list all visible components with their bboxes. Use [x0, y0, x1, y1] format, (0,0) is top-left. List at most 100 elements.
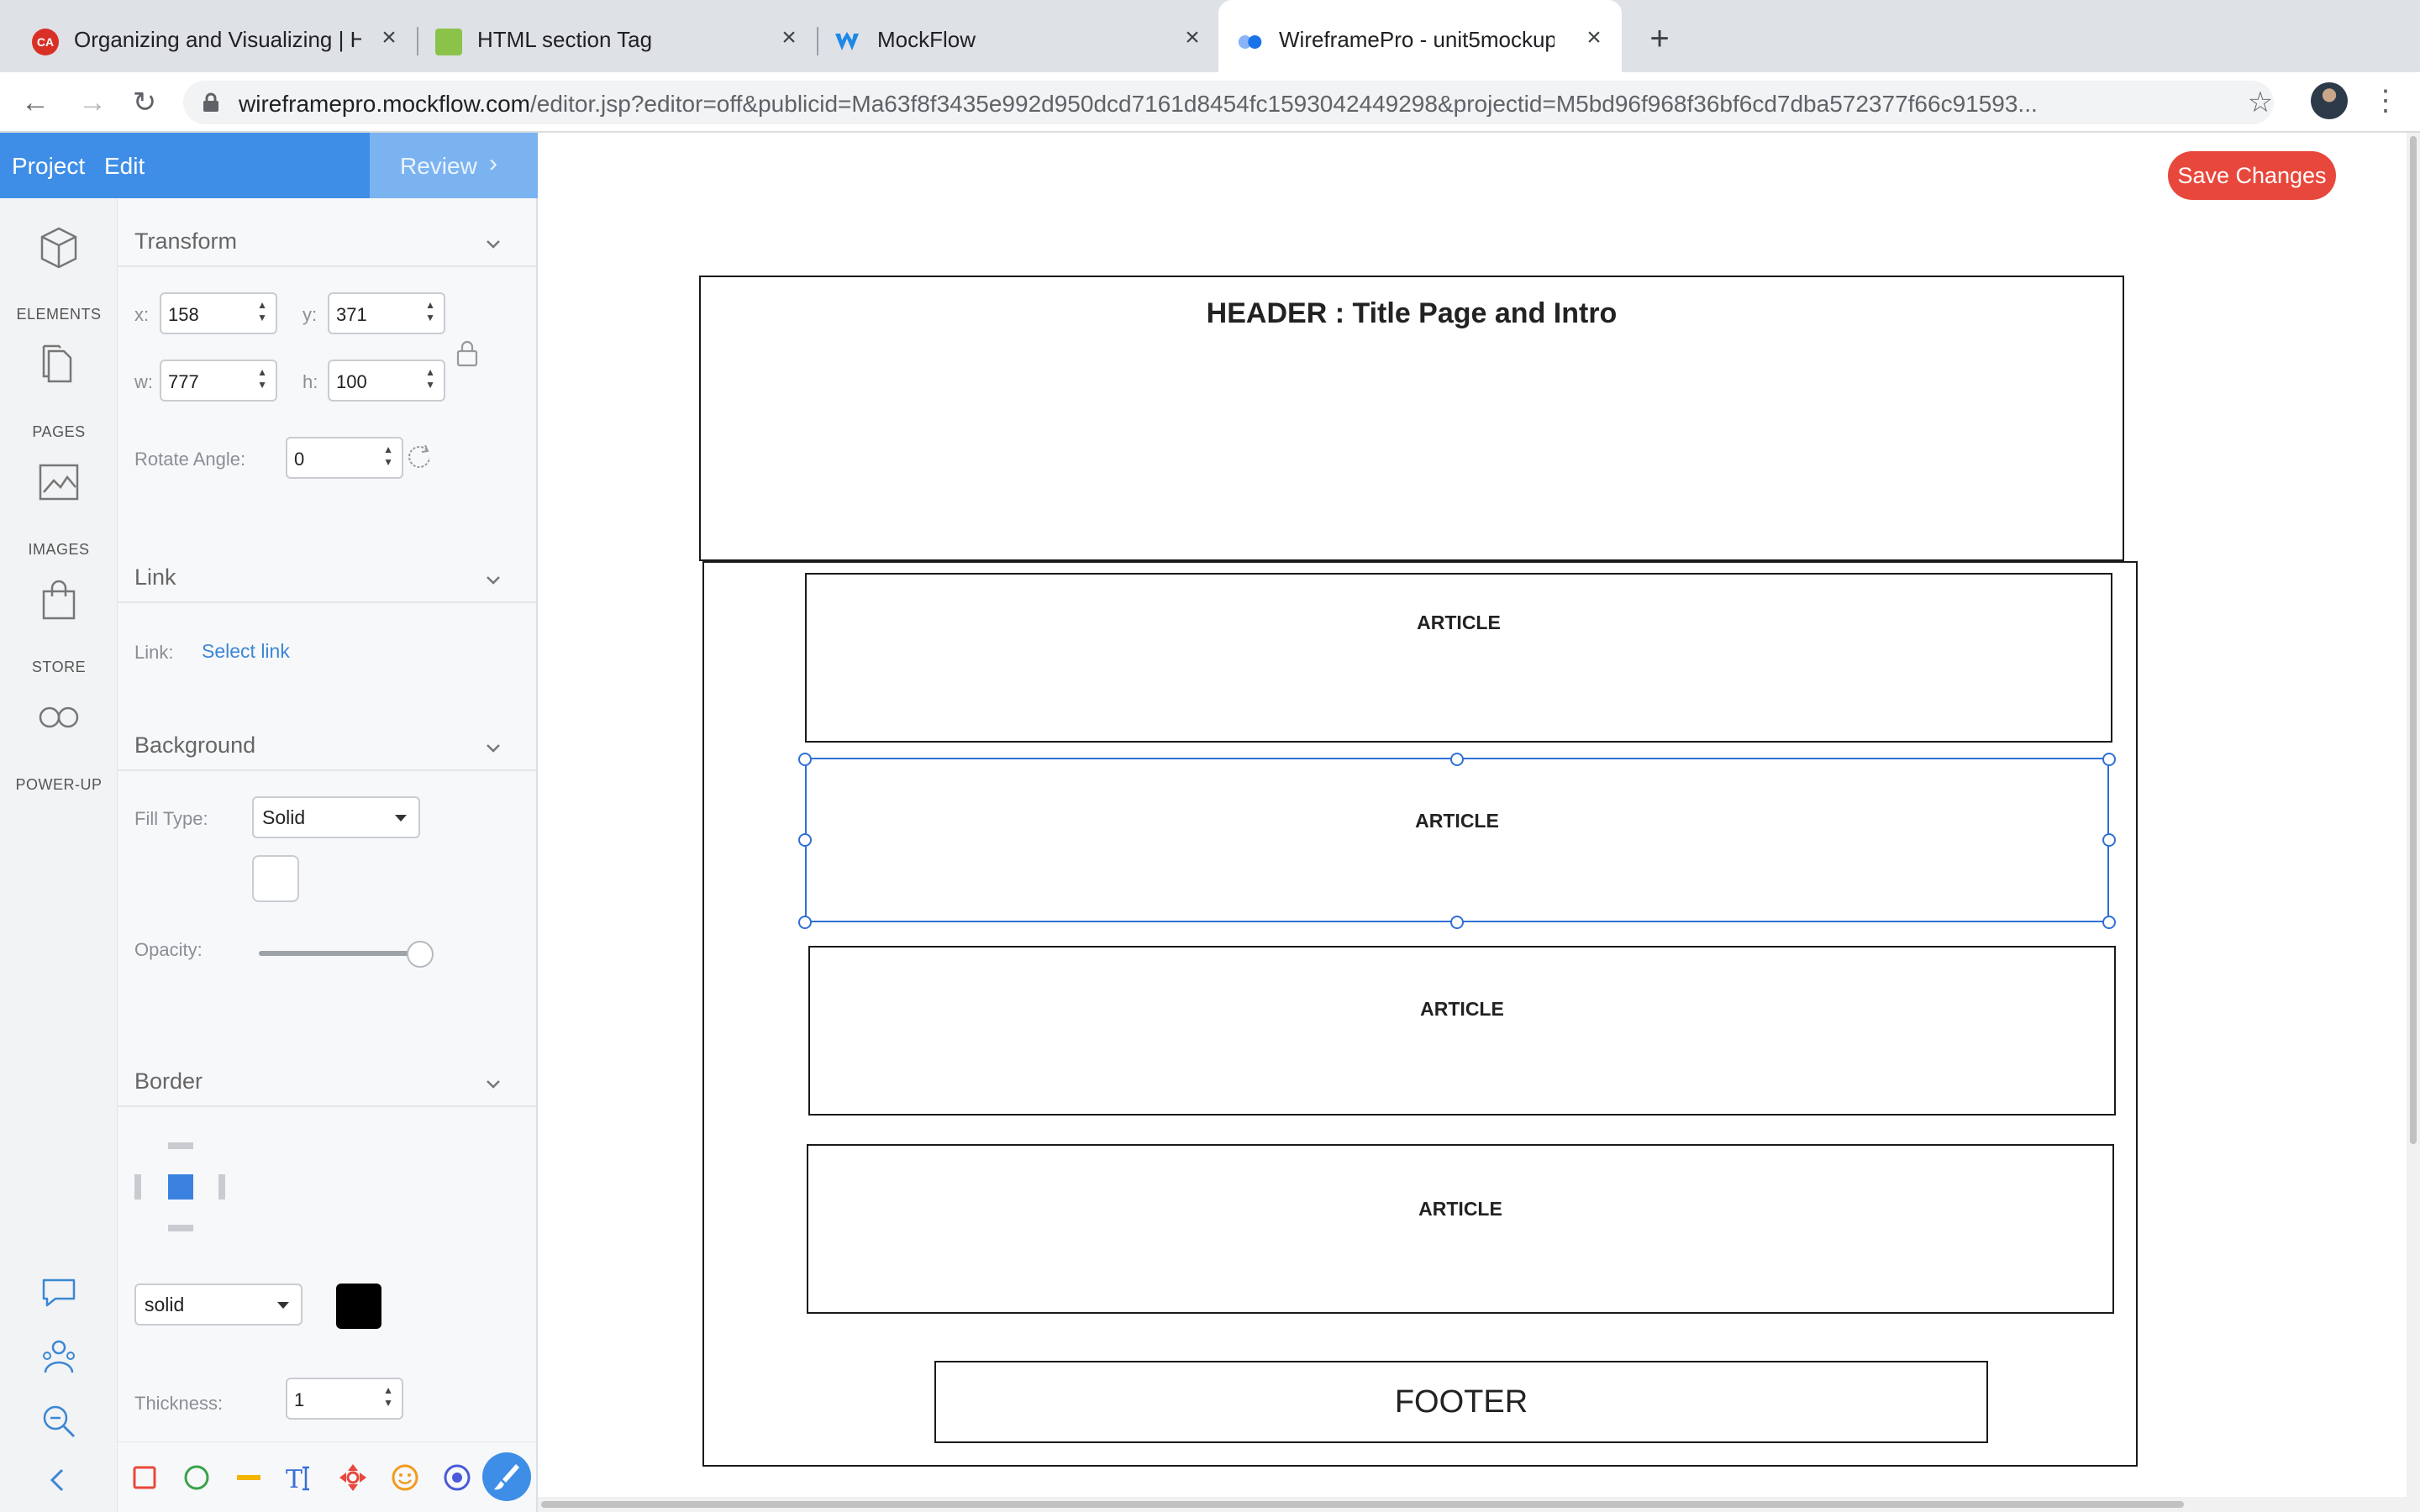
collapse-left-icon[interactable] — [37, 1458, 81, 1502]
resize-handle-nw[interactable] — [798, 753, 812, 766]
h-input[interactable]: 100 ▲ ▼ — [328, 360, 445, 402]
review-button[interactable]: Review › — [370, 133, 538, 198]
move-tool-icon[interactable] — [336, 1461, 370, 1494]
save-changes-button[interactable]: Save Changes — [2168, 151, 2336, 200]
resize-handle-n[interactable] — [1450, 753, 1464, 766]
ellipse-tool-icon[interactable] — [180, 1461, 213, 1494]
line-tool-icon[interactable] — [232, 1461, 266, 1494]
rotate-reset-icon[interactable] — [405, 442, 434, 470]
border-color-swatch[interactable] — [336, 1284, 381, 1329]
border-right-toggle[interactable] — [218, 1174, 225, 1200]
resize-handle-ne[interactable] — [2102, 753, 2116, 766]
fill-type-select[interactable]: Solid — [252, 796, 420, 838]
text-tool-icon[interactable]: T — [284, 1461, 318, 1494]
border-top-toggle[interactable] — [168, 1142, 193, 1149]
opacity-slider-track[interactable] — [259, 951, 424, 956]
new-tab-icon[interactable]: + — [1643, 22, 1676, 55]
stepper-icon[interactable]: ▲ ▼ — [425, 299, 435, 324]
chevron-down-icon[interactable] — [481, 736, 506, 761]
tab-title: HTML section Tag — [477, 27, 653, 52]
close-tab-icon[interactable]: × — [775, 24, 803, 52]
team-icon[interactable] — [37, 1336, 81, 1379]
w-input[interactable]: 777 ▲ ▼ — [160, 360, 277, 402]
aspect-lock-icon[interactable] — [455, 339, 479, 368]
section-divider — [118, 769, 536, 771]
border-heading: Border — [134, 1068, 203, 1094]
y-input[interactable]: 371 ▲ ▼ — [328, 292, 445, 334]
horizontal-scroll-thumb[interactable] — [541, 1501, 2184, 1508]
rail-label: ELEMENTS — [16, 306, 102, 323]
browser-menu-icon[interactable]: ⋮ — [2371, 84, 2400, 118]
stepper-icon[interactable]: ▲ ▼ — [425, 366, 435, 391]
wireframe-article-1[interactable]: ARTICLE — [805, 573, 2112, 743]
resize-handle-sw[interactable] — [798, 916, 812, 929]
browser-tab-4-active[interactable]: WireframePro - unit5mockup / × — [1218, 0, 1622, 72]
rectangle-tool-icon[interactable] — [128, 1461, 161, 1494]
address-bar[interactable]: wireframepro.mockflow.com/editor.jsp?edi… — [183, 81, 2274, 124]
stepper-icon[interactable]: ▲ ▼ — [383, 444, 393, 469]
stepper-icon[interactable]: ▲ ▼ — [383, 1384, 393, 1410]
reload-icon[interactable]: ↻ — [128, 86, 161, 119]
transform-heading: Transform — [134, 228, 238, 254]
rail-label: PAGES — [32, 423, 86, 440]
menu-edit[interactable]: Edit — [104, 153, 145, 180]
wireframe-footer-box[interactable]: FOOTER — [934, 1361, 1988, 1443]
brush-tool-button[interactable] — [482, 1452, 531, 1501]
rail-powerup[interactable]: POWER-UP — [0, 696, 118, 796]
opacity-slider-handle[interactable] — [407, 941, 434, 968]
stepper-icon[interactable]: ▲ ▼ — [257, 299, 267, 324]
properties-panel: Transform x: 158 ▲ ▼ y: 371 ▲ ▼ w: 777 ▲ ▼ h: … — [118, 198, 538, 1441]
forward-icon[interactable]: → — [76, 86, 109, 119]
resize-handle-s[interactable] — [1450, 916, 1464, 929]
chevron-down-icon[interactable] — [481, 1072, 506, 1097]
browser-tab-3[interactable]: MockFlow × — [805, 0, 1217, 72]
tab-title: Organizing and Visualizing | HT — [74, 27, 361, 52]
rail-store[interactable]: STORE — [0, 578, 118, 679]
select-link[interactable]: Select link — [202, 640, 290, 663]
horizontal-scrollbar[interactable] — [538, 1497, 2407, 1512]
zoom-icon[interactable] — [37, 1399, 81, 1443]
back-icon[interactable]: ← — [18, 86, 52, 119]
fill-color-swatch[interactable] — [252, 855, 299, 902]
wireframe-article-4[interactable]: ARTICLE — [807, 1144, 2114, 1314]
menu-project[interactable]: Project — [12, 153, 85, 180]
vertical-scroll-thumb[interactable] — [2410, 136, 2417, 1144]
image-icon — [39, 464, 79, 501]
emoji-tool-icon[interactable] — [388, 1461, 422, 1494]
rail-pages[interactable]: PAGES — [0, 343, 118, 444]
caret-down-icon — [395, 815, 407, 822]
rotate-input[interactable]: 0 ▲ ▼ — [286, 437, 403, 479]
rail-images[interactable]: IMAGES — [0, 460, 118, 561]
url-host: wireframepro.mockflow.com — [239, 91, 530, 117]
border-bottom-toggle[interactable] — [168, 1225, 193, 1231]
section-divider — [118, 1105, 536, 1107]
stepper-icon[interactable]: ▲ ▼ — [257, 366, 267, 391]
resize-handle-w[interactable] — [798, 833, 812, 847]
close-tab-icon[interactable]: × — [1178, 24, 1207, 52]
profile-avatar[interactable] — [2311, 82, 2348, 119]
resize-handle-se[interactable] — [2102, 916, 2116, 929]
close-tab-icon[interactable]: × — [375, 24, 403, 52]
fill-type-label: Fill Type: — [134, 808, 208, 829]
border-left-toggle[interactable] — [134, 1174, 141, 1200]
rail-elements[interactable]: ELEMENTS — [0, 225, 118, 326]
wireframe-header-box[interactable]: HEADER : Title Page and Intro — [699, 276, 2124, 561]
close-tab-icon[interactable]: × — [1580, 24, 1608, 52]
vertical-scrollbar[interactable] — [2407, 133, 2420, 1512]
browser-tab-1[interactable]: CA Organizing and Visualizing | HT × — [0, 0, 420, 72]
chevron-down-icon[interactable] — [481, 232, 506, 257]
browser-tab-2[interactable]: HTML section Tag × — [403, 0, 818, 72]
x-input[interactable]: 158 ▲ ▼ — [160, 292, 277, 334]
border-all-toggle[interactable] — [168, 1174, 193, 1200]
border-style-select[interactable]: solid — [134, 1284, 302, 1326]
resize-handle-e[interactable] — [2102, 833, 2116, 847]
rail-label: POWER-UP — [15, 776, 103, 793]
comment-icon[interactable] — [37, 1270, 81, 1314]
rail-label: IMAGES — [28, 541, 90, 558]
bookmark-star-icon[interactable]: ☆ — [2244, 86, 2277, 119]
target-tool-icon[interactable] — [440, 1461, 474, 1494]
chevron-down-icon[interactable] — [481, 568, 506, 593]
wireframe-article-2-selected[interactable]: ARTICLE — [805, 758, 2109, 922]
wireframe-article-3[interactable]: ARTICLE — [808, 946, 2116, 1116]
thickness-input[interactable]: 1 ▲ ▼ — [286, 1378, 403, 1420]
